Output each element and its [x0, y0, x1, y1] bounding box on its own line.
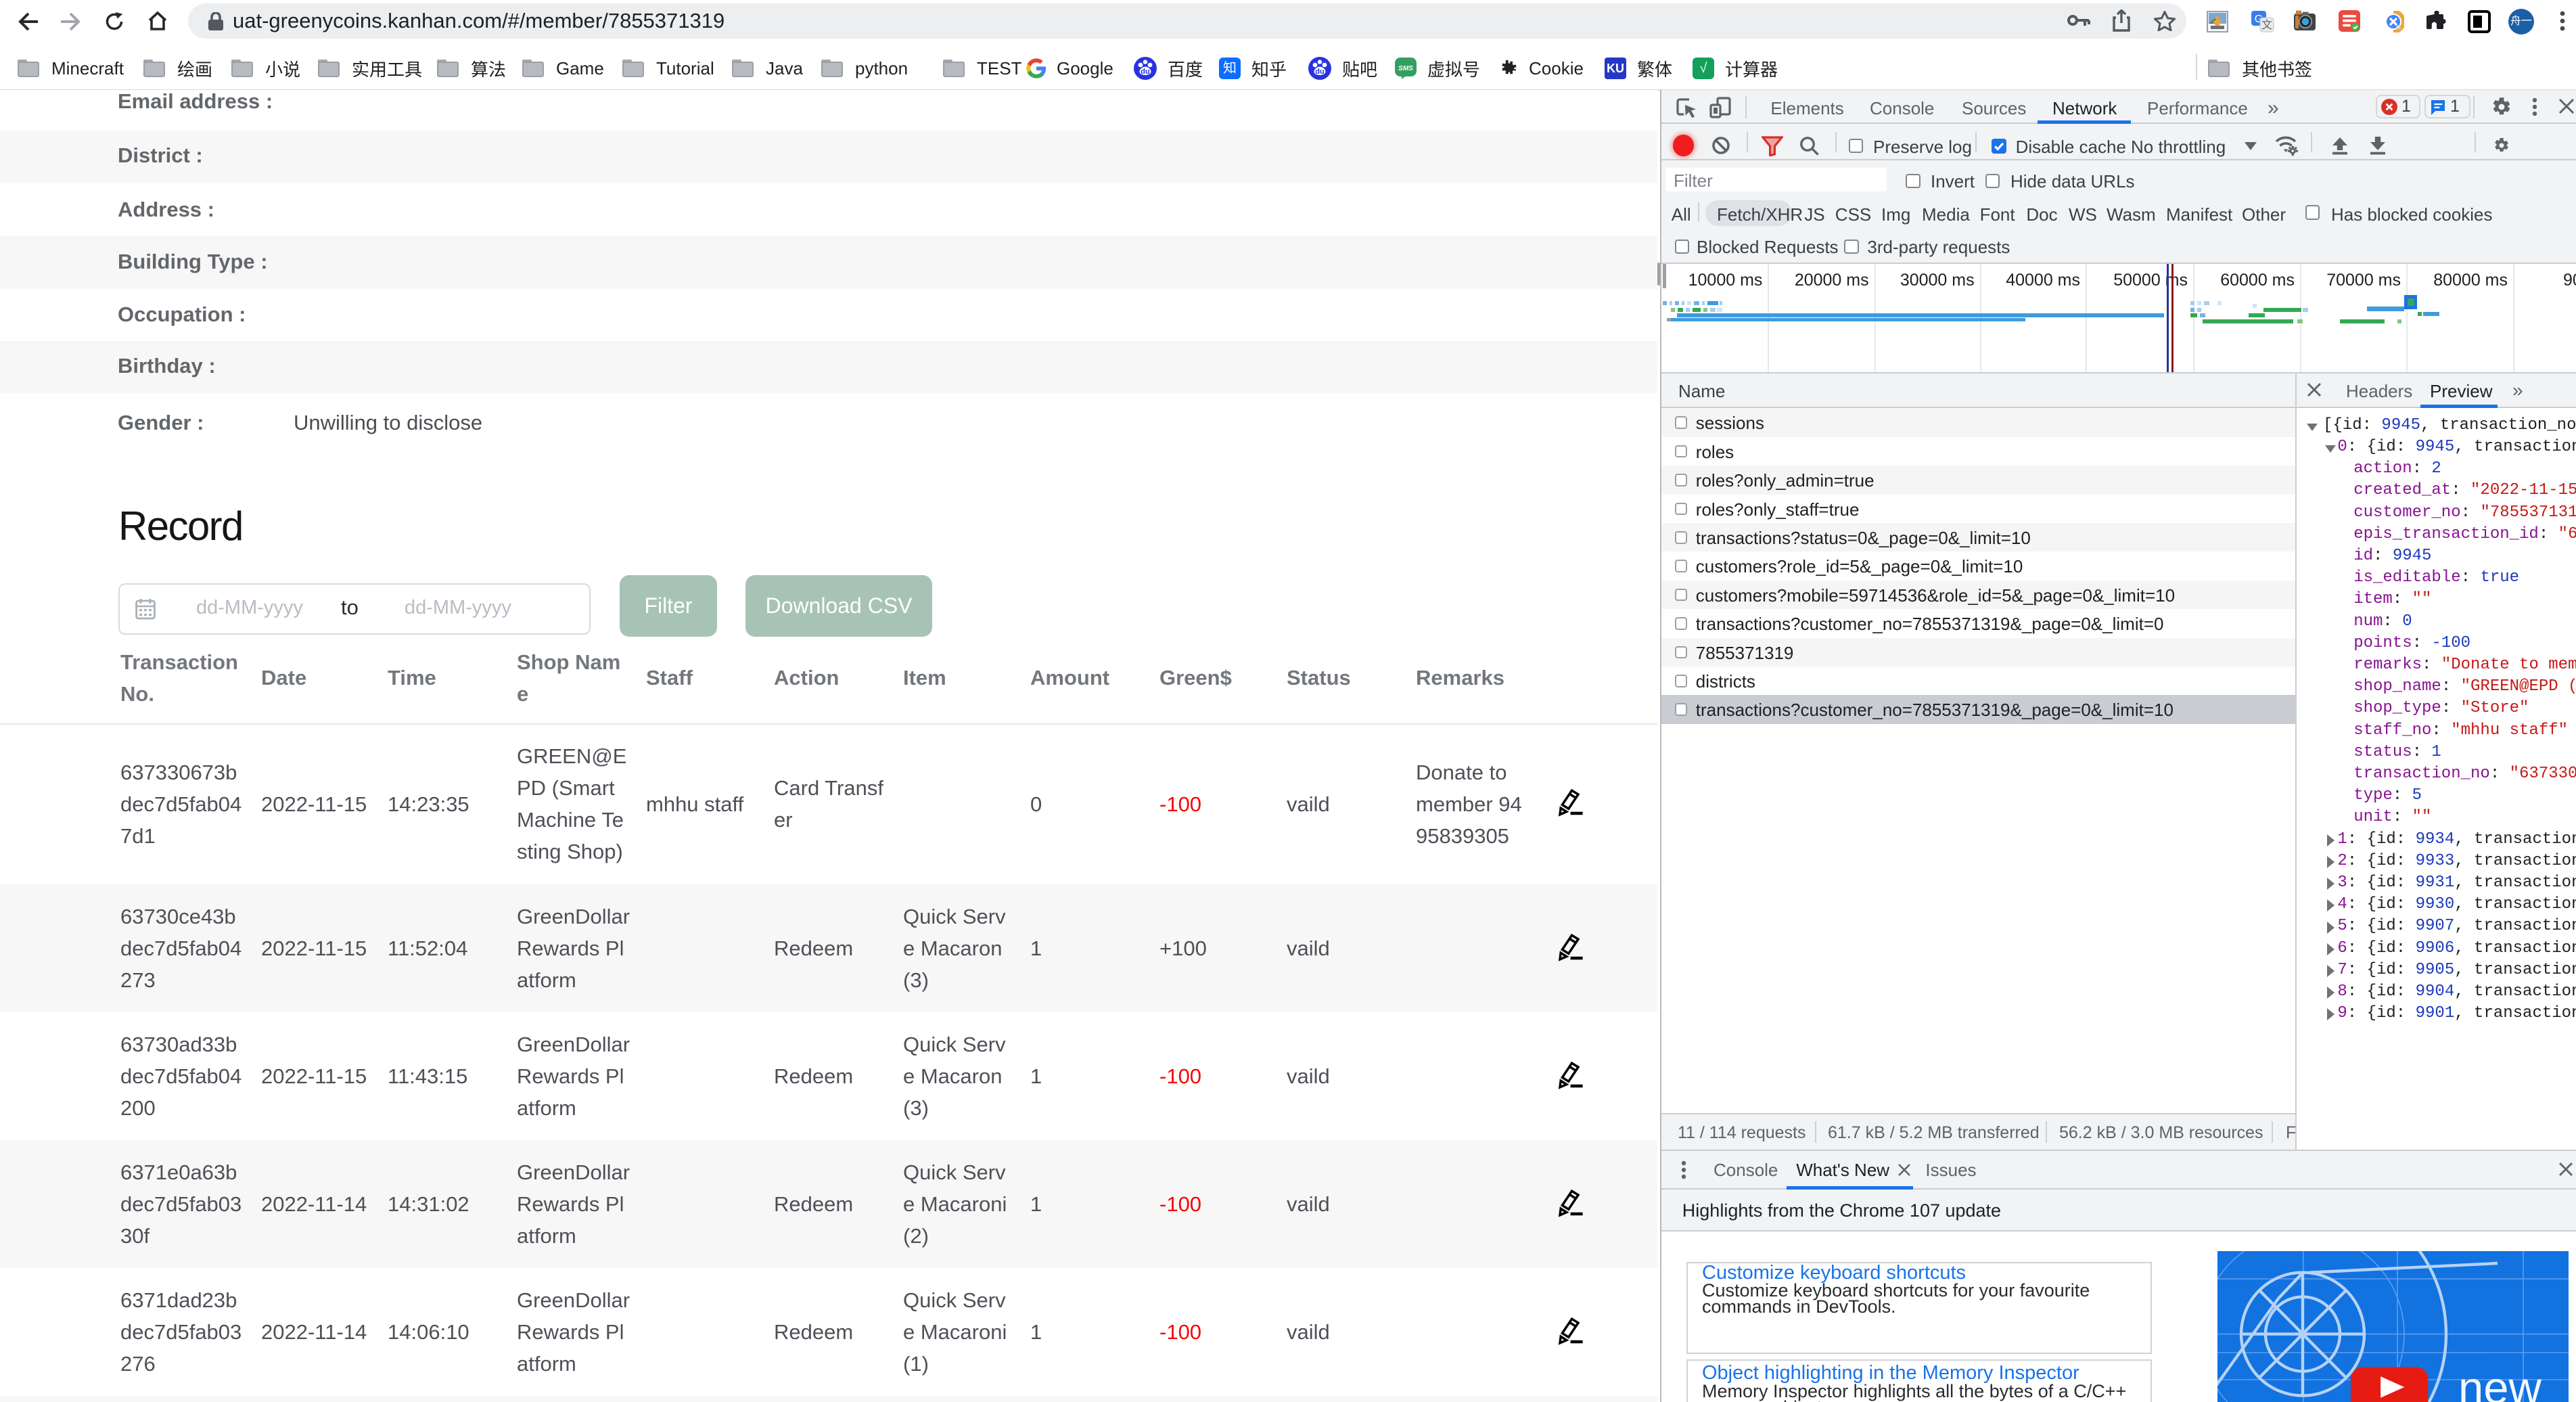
svg-text:文: 文	[2261, 19, 2272, 31]
svg-text:du: du	[1315, 68, 1324, 76]
svg-text:du: du	[1141, 68, 1149, 76]
svg-text:new: new	[2458, 1363, 2542, 1402]
svg-text:SMS: SMS	[1398, 65, 1413, 72]
